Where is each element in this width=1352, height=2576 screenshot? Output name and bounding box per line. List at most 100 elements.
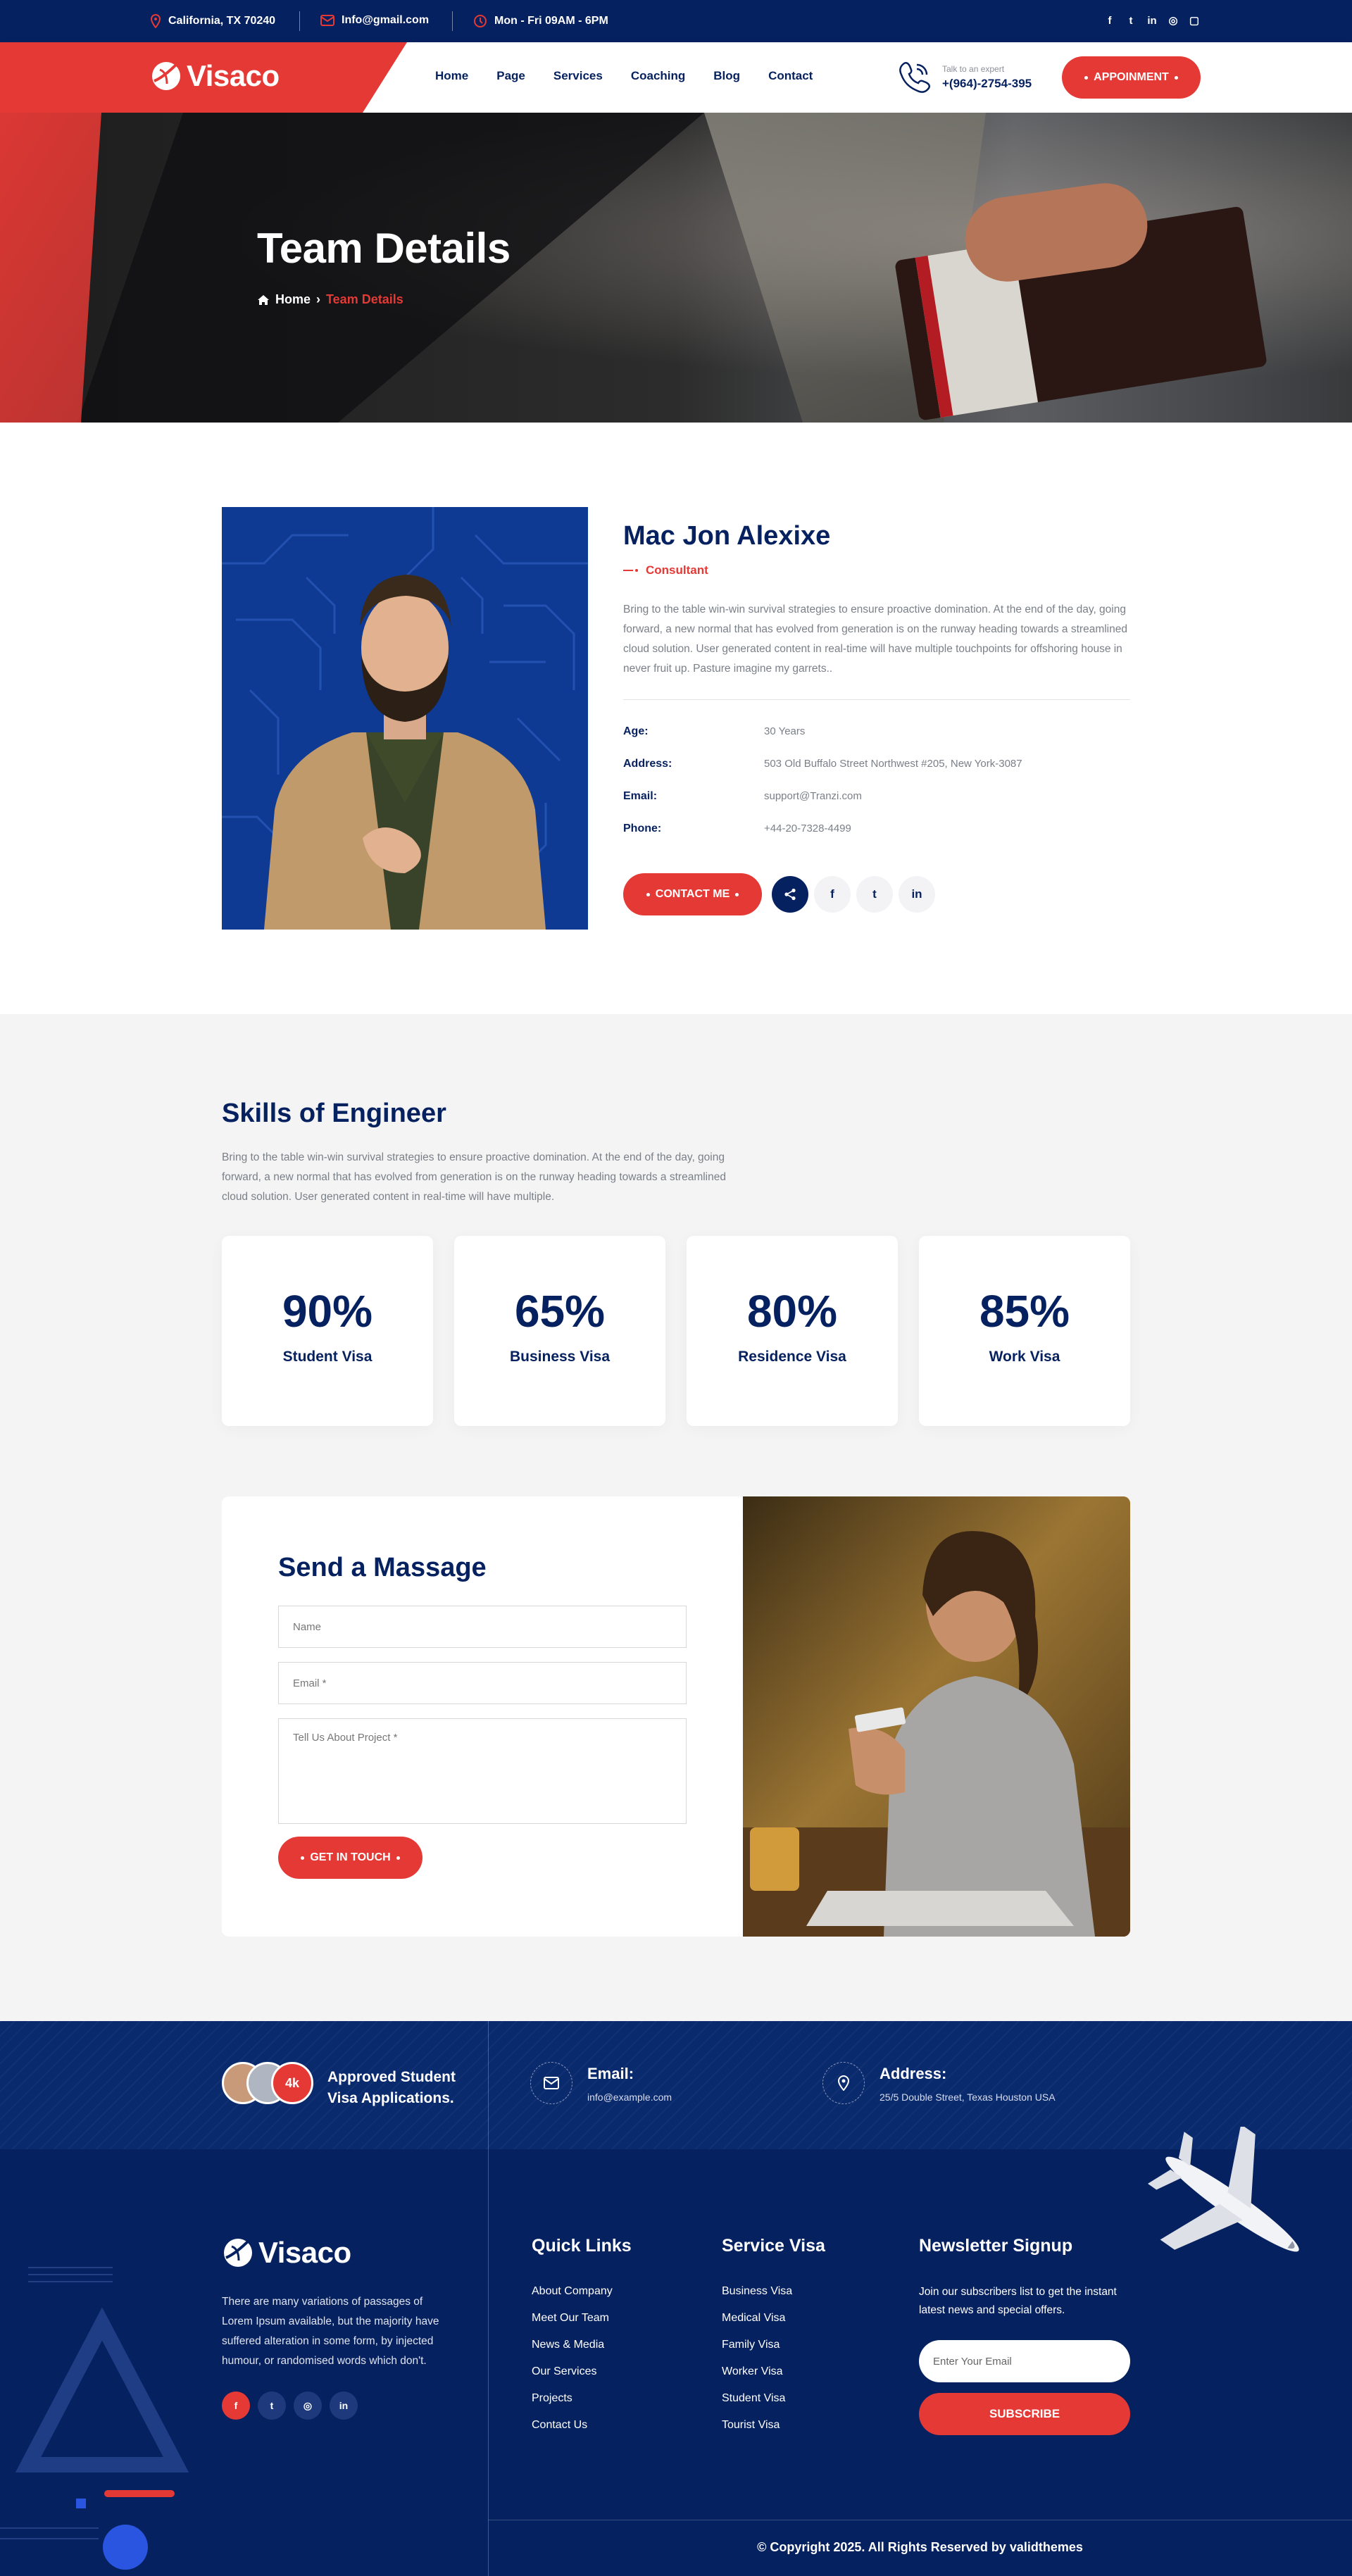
linkedin-icon[interactable]: in <box>899 876 935 913</box>
location-text: California, TX 70240 <box>168 15 276 27</box>
top-bar: California, TX 70240 Info@gmail.com Mon … <box>0 0 1352 42</box>
quick-link[interactable]: Contact Us <box>532 2419 587 2432</box>
message-textarea[interactable] <box>278 1718 687 1824</box>
member-bio: Bring to the table win-win survival stra… <box>623 604 1127 675</box>
skill-label: Residence Visa <box>738 1349 846 1365</box>
subscribe-button[interactable]: SUBSCRIBE <box>919 2393 1130 2435</box>
breadcrumb-current: Team Details <box>326 292 403 306</box>
email-input[interactable] <box>278 1662 687 1704</box>
skill-label: Business Visa <box>509 1349 611 1365</box>
skills-title: Skills of Engineer <box>222 1099 446 1128</box>
footer-email-label: Email: <box>587 2065 634 2082</box>
twitter-icon[interactable]: t <box>258 2391 286 2420</box>
info-label: Email: <box>623 790 658 802</box>
copyright-text: © Copyright 2025. All Rights Reserved by… <box>757 2540 1083 2554</box>
main-nav: Home Page Services Coaching Blog Contact <box>435 69 813 83</box>
nav-contact[interactable]: Contact <box>768 69 813 83</box>
instagram-icon[interactable]: ◎ <box>294 2391 322 2420</box>
service-link[interactable]: Medical Visa <box>722 2312 785 2325</box>
nav-services[interactable]: Services <box>553 69 603 83</box>
breadcrumb-home[interactable]: Home <box>275 292 311 307</box>
skill-percent: 80% <box>746 1286 838 1337</box>
location-icon <box>822 2062 865 2104</box>
dash-icon <box>623 569 638 572</box>
linkedin-icon[interactable]: in <box>1146 13 1158 29</box>
skill-percent: 65% <box>514 1286 606 1337</box>
service-link[interactable]: Business Visa <box>722 2285 792 2298</box>
clock-icon <box>474 15 487 27</box>
footer-logo[interactable]: Visaco <box>222 2236 351 2270</box>
call-number[interactable]: +(964)-2754-395 <box>942 77 1032 91</box>
logo-globe-icon <box>224 2238 252 2267</box>
facebook-icon[interactable]: f <box>222 2391 250 2420</box>
facebook-icon[interactable]: f <box>814 876 851 913</box>
quick-link[interactable]: Our Services <box>532 2365 596 2378</box>
nav-home[interactable]: Home <box>435 69 468 83</box>
quick-links-title: Quick Links <box>532 2236 632 2256</box>
logo-globe-icon <box>152 61 180 90</box>
footer-decoration <box>0 2267 189 2570</box>
info-label: Address: <box>623 758 672 770</box>
linkedin-icon[interactable]: in <box>330 2391 358 2420</box>
nav-coaching[interactable]: Coaching <box>631 69 685 83</box>
call-label: Talk to an expert <box>942 64 1005 74</box>
nav-page[interactable]: Page <box>496 69 525 83</box>
service-link[interactable]: Tourist Visa <box>722 2419 780 2432</box>
info-divider <box>623 699 1130 700</box>
quick-link[interactable]: Projects <box>532 2392 572 2405</box>
site-logo[interactable]: Visaco <box>150 59 280 93</box>
twitter-icon[interactable]: t <box>856 876 893 913</box>
skill-card: 65% Business Visa <box>454 1236 665 1426</box>
share-icon[interactable] <box>772 876 808 913</box>
contact-photo <box>743 1496 1130 1937</box>
appointment-label: APPOINMENT <box>1094 71 1169 83</box>
footer-logo-text: Visaco <box>258 2236 351 2269</box>
name-input[interactable] <box>278 1606 687 1648</box>
email-text[interactable]: Info@gmail.com <box>342 14 429 27</box>
newsletter-title: Newsletter Signup <box>919 2236 1073 2256</box>
service-visa-title: Service Visa <box>722 2236 825 2256</box>
instagram-icon[interactable]: ▢ <box>1189 13 1200 29</box>
info-label: Phone: <box>623 823 662 834</box>
newsletter-email-input[interactable] <box>919 2340 1130 2382</box>
topbar-divider <box>452 11 453 31</box>
contact-me-label: CONTACT ME <box>655 888 730 900</box>
service-link[interactable]: Student Visa <box>722 2392 785 2405</box>
skill-percent: 90% <box>282 1286 373 1337</box>
info-value[interactable]: +44-20-7328-4499 <box>764 823 1130 834</box>
quick-link[interactable]: About Company <box>532 2285 613 2298</box>
service-link[interactable]: Family Visa <box>722 2339 780 2351</box>
quick-link[interactable]: News & Media <box>532 2339 604 2351</box>
call-expert[interactable]: Talk to an expert +(964)-2754-395 <box>896 59 1032 96</box>
member-role-text: Consultant <box>646 563 708 577</box>
email-icon <box>530 2062 572 2104</box>
member-figure <box>264 575 546 930</box>
airplane-icon <box>1147 2127 1299 2252</box>
info-value[interactable]: support@Tranzi.com <box>764 790 1130 802</box>
skill-card: 90% Student Visa <box>222 1236 433 1426</box>
contact-form-card: Send a Massage GET IN TOUCH <box>222 1496 1130 1937</box>
skill-card: 85% Work Visa <box>919 1236 1130 1426</box>
page-hero: Team Details Home › Team Details <box>0 113 1352 423</box>
nav-blog[interactable]: Blog <box>713 69 740 83</box>
contact-me-button[interactable]: CONTACT ME <box>623 873 762 915</box>
info-value: 30 Years <box>764 725 806 737</box>
topbar-divider <box>299 11 300 31</box>
appointment-button[interactable]: APPOINMENT <box>1062 56 1201 99</box>
email-info[interactable]: Info@gmail.com <box>320 14 429 27</box>
info-label: Age: <box>623 725 649 737</box>
quick-link[interactable]: Meet Our Team <box>532 2312 609 2325</box>
service-link[interactable]: Worker Visa <box>722 2365 783 2378</box>
footer-email-value[interactable]: info@example.com <box>587 2092 672 2103</box>
get-in-touch-button[interactable]: GET IN TOUCH <box>278 1837 423 1879</box>
skill-label: Student Visa <box>282 1349 373 1365</box>
footer-address-label: Address: <box>880 2065 947 2082</box>
twitter-icon[interactable]: t <box>1125 13 1137 29</box>
facebook-icon[interactable]: f <box>1104 13 1115 29</box>
approved-text: Approved Student Visa Applications. <box>327 2069 456 2106</box>
mail-icon <box>320 15 334 26</box>
whatsapp-icon[interactable]: ◎ <box>1168 13 1179 29</box>
site-footer: 4k Approved Student Visa Applications. E… <box>0 2021 1352 2576</box>
breadcrumb: Home › Team Details <box>257 292 403 307</box>
hours-text: Mon - Fri 09AM - 6PM <box>494 15 608 27</box>
